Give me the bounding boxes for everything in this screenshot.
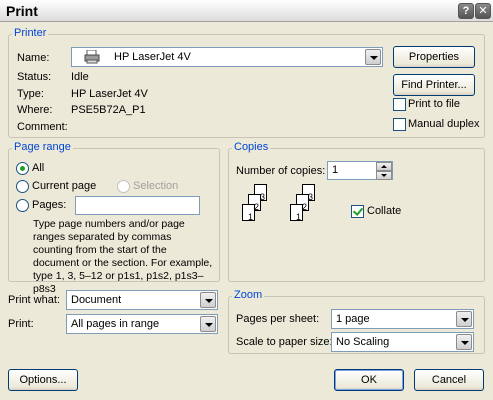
spin-up-icon[interactable] xyxy=(376,162,392,171)
copies-spinner[interactable] xyxy=(376,162,392,180)
print-label: Print: xyxy=(8,318,34,330)
chevron-down-icon[interactable] xyxy=(365,49,381,65)
printer-name-select[interactable]: HP LaserJet 4V xyxy=(71,47,383,67)
spin-down-icon[interactable] xyxy=(376,171,392,180)
printer-where-label: Where: xyxy=(17,104,53,116)
printer-legend: Printer xyxy=(12,27,49,39)
printer-comment-label: Comment: xyxy=(17,121,68,133)
scale-to-paper-label: Scale to paper size: xyxy=(236,336,333,348)
printer-type-label: Type: xyxy=(17,88,44,100)
collate-illustration: 3 2 1 3 2 1 xyxy=(236,184,326,240)
printer-status-value: Idle xyxy=(71,71,89,83)
number-of-copies-value: 1 xyxy=(332,164,339,176)
selection-label: Selection xyxy=(133,180,179,192)
printer-icon xyxy=(84,49,100,64)
collate-page-1: 1 xyxy=(242,204,255,222)
current-page-label[interactable]: Current page xyxy=(32,180,96,192)
print-to-file-label[interactable]: Print to file xyxy=(408,98,460,110)
page-range-legend: Page range xyxy=(12,141,73,153)
chevron-down-icon[interactable] xyxy=(200,292,216,308)
scale-to-paper-select[interactable]: No Scaling xyxy=(331,332,474,352)
chevron-down-icon[interactable] xyxy=(456,311,472,327)
close-button[interactable]: ✕ xyxy=(475,3,491,19)
pages-label[interactable]: Pages: xyxy=(32,199,66,211)
print-select[interactable]: All pages in range xyxy=(66,314,218,334)
find-printer-button[interactable]: Find Printer... xyxy=(393,74,475,96)
window-title: Print xyxy=(6,3,38,19)
print-what-select[interactable]: Document xyxy=(66,290,218,310)
scale-to-paper-value: No Scaling xyxy=(336,336,390,348)
chevron-down-icon[interactable] xyxy=(200,316,216,332)
options-button[interactable]: Options... xyxy=(8,369,78,391)
zoom-legend: Zoom xyxy=(232,289,265,301)
print-what-value: Document xyxy=(71,294,122,306)
printer-where-value: PSE5B72A_P1 xyxy=(71,104,146,116)
printer-name-value: HP LaserJet 4V xyxy=(114,51,191,63)
page-range-help-text: Type page numbers and/or page ranges sep… xyxy=(33,218,213,295)
manual-duplex-checkbox[interactable] xyxy=(393,118,406,131)
title-bar: Print ? ✕ xyxy=(0,0,493,22)
collate-label[interactable]: Collate xyxy=(367,205,401,217)
number-of-copies-label: Number of copies: xyxy=(236,165,326,177)
all-pages-radio[interactable] xyxy=(16,162,29,175)
help-button[interactable]: ? xyxy=(458,3,474,19)
pages-per-sheet-value: 1 page xyxy=(336,313,370,325)
properties-button[interactable]: Properties xyxy=(393,46,475,68)
print-what-label: Print what: xyxy=(8,294,60,306)
ok-button[interactable]: OK xyxy=(334,369,404,391)
print-to-file-checkbox[interactable] xyxy=(393,98,406,111)
printer-name-label: Name: xyxy=(17,52,50,64)
manual-duplex-label[interactable]: Manual duplex xyxy=(408,118,480,130)
copies-legend: Copies xyxy=(232,141,271,153)
chevron-down-icon[interactable] xyxy=(456,334,472,350)
current-page-radio[interactable] xyxy=(16,180,29,193)
collate-page-1b: 1 xyxy=(290,204,303,222)
pages-radio[interactable] xyxy=(16,199,29,212)
pages-per-sheet-label: Pages per sheet: xyxy=(236,313,320,325)
print-value: All pages in range xyxy=(71,318,160,330)
printer-status-label: Status: xyxy=(17,71,52,83)
printer-type-value: HP LaserJet 4V xyxy=(71,88,148,100)
pages-input[interactable] xyxy=(75,196,200,215)
pages-per-sheet-select[interactable]: 1 page xyxy=(331,309,474,329)
collate-checkbox[interactable] xyxy=(351,205,364,218)
selection-radio xyxy=(117,180,130,193)
all-pages-label[interactable]: All xyxy=(32,162,44,174)
cancel-button[interactable]: Cancel xyxy=(414,369,484,391)
